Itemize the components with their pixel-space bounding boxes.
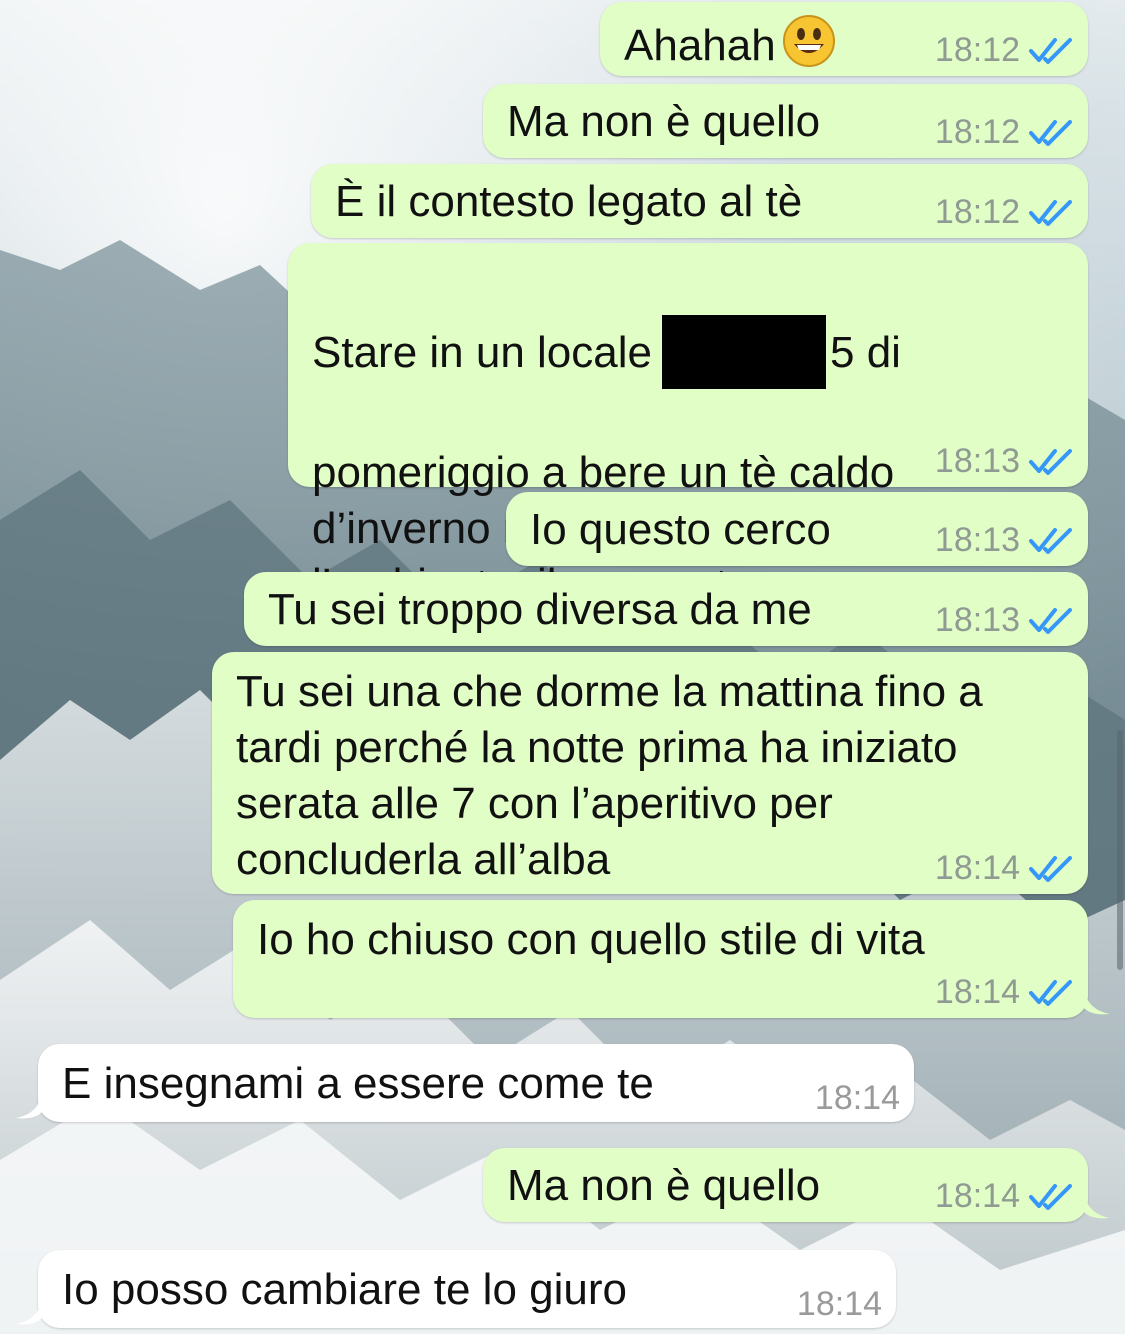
redaction-box [662,315,826,389]
message-meta: 18:14 [935,848,1074,888]
message-text: Io posso cambiare te lo giuro [62,1265,627,1314]
double-check-icon [1029,608,1072,634]
message-text: Tu sei una che dorme la mattina fino a t… [236,667,983,884]
message-meta: 18:14 [815,1078,900,1118]
message-timestamp: 18:13 [934,601,1020,639]
message-timestamp: 18:14 [934,973,1020,1011]
message-bubble-outgoing[interactable]: Ma non è quello 18:12 [483,84,1088,158]
message-timestamp: 18:13 [934,521,1020,559]
bubble-tail-incoming [16,1094,42,1119]
message-text-line: Stare in un locale 5 di [312,315,982,389]
message-text: E insegnami a essere come te [62,1059,654,1108]
message-text: È il contesto legato al tè [335,177,803,226]
double-check-icon [1029,856,1072,882]
message-timestamp: 18:13 [934,442,1020,480]
double-check-icon [1029,200,1072,226]
double-check-icon [1029,449,1072,475]
bubble-tail-outgoing [1084,1194,1110,1219]
message-meta: 18:12 [935,112,1074,152]
message-timestamp: 18:12 [934,31,1020,69]
message-text: Ma non è quello [507,1161,821,1210]
message-meta: 18:13 [935,600,1074,640]
double-check-icon [1029,980,1072,1006]
message-meta: 18:12 [935,192,1074,232]
scrollbar[interactable] [1117,730,1123,970]
double-check-icon [1029,528,1072,554]
message-timestamp: 18:12 [934,193,1020,231]
message-text: Tu sei troppo diversa da me [268,585,812,634]
grinning-face-emoji-icon [782,15,835,67]
message-meta: 18:13 [935,520,1074,560]
message-bubble-outgoing[interactable]: Stare in un locale 5 di pomeriggio a bere… [288,243,1088,609]
message-text: Io questo cerco [530,505,831,554]
message-text: Io ho chiuso con quello stile di vita [257,915,925,964]
double-check-icon [1029,120,1072,146]
message-bubble-incoming[interactable]: Io posso cambiare te lo giuro 18:14 [38,1250,896,1328]
message-meta: 18:12 [935,30,1074,70]
message-bubble-outgoing[interactable]: Ma non è quello 18:14 [483,1148,1088,1222]
message-meta: 18:14 [935,1176,1074,1216]
message-text: Ma non è quello [507,97,821,146]
message-bubble-outgoing[interactable]: Io questo cerco 18:13 [506,492,1088,566]
message-timestamp: 18:14 [814,1079,900,1117]
message-timestamp: 18:14 [934,1177,1020,1215]
message-bubble-outgoing[interactable]: Ahahah 18:12 [600,2,1088,76]
message-bubble-incoming[interactable]: E insegnami a essere come te 18:14 [38,1044,914,1122]
bubble-tail-incoming [16,1300,42,1325]
message-bubble-outgoing[interactable]: Tu sei una che dorme la mattina fino a t… [212,652,1088,894]
message-bubble-outgoing[interactable]: Io ho chiuso con quello stile di vita 18… [233,900,1088,1018]
message-bubble-outgoing[interactable]: È il contesto legato al tè 18:12 [311,164,1088,238]
message-meta: 18:14 [935,972,1074,1012]
message-meta: 18:13 [935,441,1074,481]
bubble-tail-outgoing [1084,990,1110,1015]
double-check-icon [1029,38,1072,64]
message-timestamp: 18:14 [796,1285,882,1323]
double-check-icon [1029,1184,1072,1210]
message-timestamp: 18:14 [934,849,1020,887]
message-meta: 18:14 [797,1284,882,1324]
message-bubble-outgoing[interactable]: Tu sei troppo diversa da me 18:13 [244,572,1088,646]
message-timestamp: 18:12 [934,113,1020,151]
chat-thread: Ahahah 18:12 Ma non è quello 18:12 È il … [0,0,1125,1334]
message-text: Ahahah [624,14,836,74]
